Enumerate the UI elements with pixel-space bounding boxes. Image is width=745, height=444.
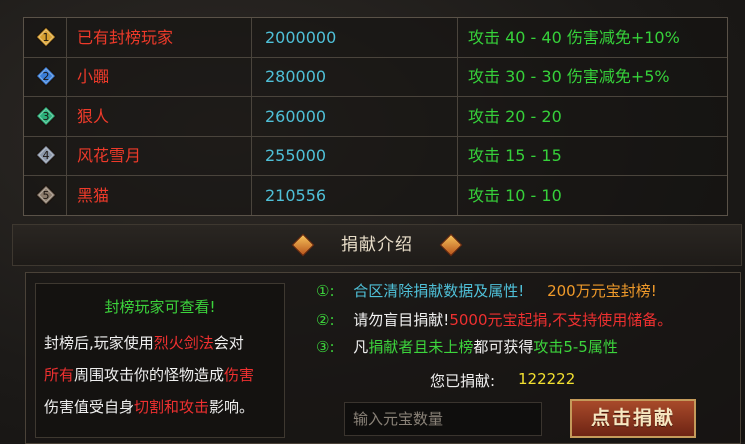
rule-text: 合区清除捐献数据及属性! <box>353 282 525 300</box>
rule-1: ①: 合区清除捐献数据及属性! 200万元宝封榜! <box>316 280 657 301</box>
rule-text: 请勿盲目捐献! <box>353 311 450 329</box>
player-name: 小嚻 <box>67 57 252 97</box>
donation-amount: 255000 <box>253 136 458 176</box>
rule-text: 凡 <box>353 338 369 356</box>
intro-line-1: 封榜后,玩家使用烈火剑法会对 <box>44 332 244 353</box>
rule-text: 都可获得 <box>473 338 534 356</box>
attribute-reward: 攻击 10 - 10 <box>468 185 562 205</box>
rank-badge-cell: 5 <box>24 175 67 215</box>
donate-button[interactable]: 点击捐献 <box>570 399 696 438</box>
intro-title: 封榜玩家可查看! <box>104 298 216 316</box>
ranking-row: 4 风花雪月 255000 攻击 15 - 15 <box>24 136 727 177</box>
donation-amount-input[interactable] <box>344 402 542 436</box>
rule-3: ③: 凡捐献者且未上榜都可获得攻击5-5属性 <box>316 336 618 357</box>
rank-badge-icon: 3 <box>35 104 57 127</box>
section-title: 捐献介绍 <box>341 235 413 255</box>
player-name: 狠人 <box>67 96 252 136</box>
rank-badge-cell: 2 <box>24 57 67 97</box>
attribute-reward: 攻击 15 - 15 <box>468 146 562 166</box>
ranking-row: 3 狠人 260000 攻击 20 - 20 <box>24 96 727 137</box>
rank-badge-cell: 4 <box>24 136 67 176</box>
rank-badge-icon: 1 <box>35 26 57 48</box>
player-name: 风花雪月 <box>67 136 252 176</box>
rank-number: 5 <box>43 189 50 202</box>
donation-amount: 280000 <box>253 57 458 97</box>
ranking-table: 1 已有封榜玩家 2000000 攻击 40 - 40 伤害减免+10% 2 小嚻 2800… <box>23 17 728 216</box>
intro-box: 封榜玩家可查看! 封榜后,玩家使用烈火剑法会对 所有周围攻击你的怪物造成伤害 伤… <box>35 283 285 438</box>
rule-text: 捐献者且未上榜 <box>368 338 474 356</box>
intro-text: 周围攻击你的怪物造成 <box>74 366 225 384</box>
rank-number: 4 <box>43 149 50 162</box>
rank-number: 3 <box>43 110 50 123</box>
rank-badge-cell: 3 <box>24 96 67 136</box>
rule-2: ②: 请勿盲目捐献!5000元宝起捐,不支持使用储备。 <box>316 309 672 330</box>
rule-text: 200万元宝封榜! <box>547 282 657 300</box>
intro-text: 影响。 <box>209 398 255 416</box>
rule-text: 攻击5-5属性 <box>533 338 618 356</box>
section-title-bar: 捐献介绍 <box>12 224 742 266</box>
rank-badge-icon: 4 <box>35 144 57 167</box>
player-name: 黑猫 <box>67 175 252 215</box>
donation-window: 1 已有封榜玩家 2000000 攻击 40 - 40 伤害减免+10% 2 小嚻 2800… <box>0 0 745 444</box>
donation-amount: 2000000 <box>253 18 458 57</box>
ranking-row: 1 已有封榜玩家 2000000 攻击 40 - 40 伤害减免+10% <box>24 18 727 58</box>
skill-name: 烈火剑法 <box>153 334 214 352</box>
donation-amount: 260000 <box>253 96 458 136</box>
donated-label: 您已捐献: <box>430 372 496 390</box>
rank-badge-icon: 5 <box>35 183 57 206</box>
ranking-row: 2 小嚻 280000 攻击 30 - 30 伤害减免+5% <box>24 57 727 98</box>
rule-number: ③: <box>316 338 335 356</box>
ranking-row: 5 黑猫 210556 攻击 10 - 10 <box>24 175 727 215</box>
rule-text: 不支持使用储备。 <box>552 311 673 329</box>
rule-text: 5000元宝起捐, <box>449 311 553 329</box>
rule-number: ①: <box>316 282 335 300</box>
player-name: 已有封榜玩家 <box>67 18 252 57</box>
intro-highlight: 切割和攻击 <box>134 398 210 416</box>
attribute-reward: 攻击 30 - 30 伤害减免+5% <box>468 67 670 87</box>
intro-highlight: 所有 <box>44 366 75 384</box>
intro-text: 会对 <box>213 334 244 352</box>
rank-number: 1 <box>43 31 50 44</box>
rank-number: 2 <box>43 70 50 83</box>
intro-text: 封榜后,玩家使用 <box>44 334 154 352</box>
intro-line-3: 伤害值受自身切割和攻击影响。 <box>44 396 254 417</box>
rank-badge-icon: 2 <box>35 65 57 88</box>
rank-badge-cell: 1 <box>24 18 67 57</box>
intro-text: 伤害值受自身 <box>44 398 135 416</box>
donated-value: 122222 <box>518 370 576 388</box>
intro-line-2: 所有周围攻击你的怪物造成伤害 <box>44 364 254 385</box>
attribute-reward: 攻击 40 - 40 伤害减免+10% <box>468 28 680 47</box>
donation-amount: 210556 <box>253 175 458 215</box>
rule-number: ②: <box>316 311 335 329</box>
attribute-reward: 攻击 20 - 20 <box>468 106 562 126</box>
intro-highlight: 伤害 <box>224 366 255 384</box>
